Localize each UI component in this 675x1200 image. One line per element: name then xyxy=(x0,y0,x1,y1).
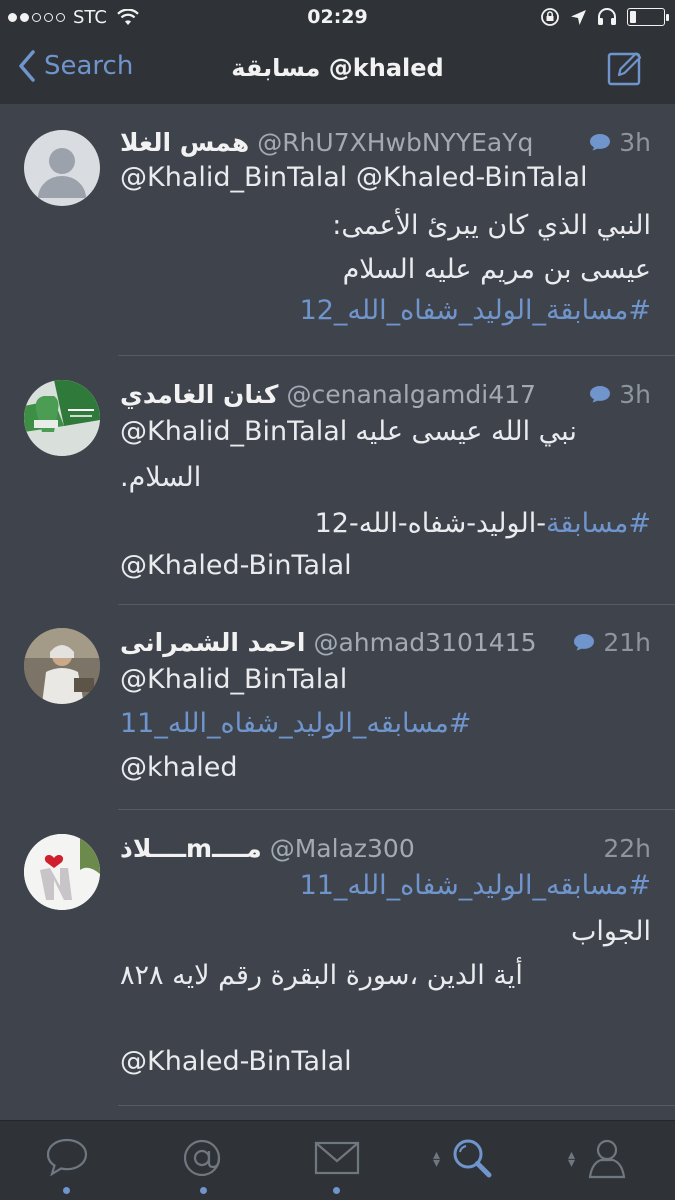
person-photo-avatar-icon xyxy=(24,628,100,704)
timeline: همس الغلا @RhU7XHwbNYYEaYq 3h @Khalid_Bi… xyxy=(0,104,675,1120)
username[interactable]: @cenanalgamdi417 xyxy=(286,380,535,409)
unread-dot xyxy=(333,1187,340,1194)
at-mention-icon xyxy=(183,1139,221,1177)
reorder-arrows-icon: ▴ ▾ xyxy=(433,1147,441,1171)
tweet-meta: 3h xyxy=(589,128,651,157)
nav-bar: Search مسابقة @khaled xyxy=(0,36,675,104)
profile-icon xyxy=(588,1139,626,1179)
tweet-2[interactable]: كنان الغامدي @cenanalgamdi417 3h @Khalid… xyxy=(0,356,675,605)
compose-button[interactable] xyxy=(607,50,643,90)
mention-link[interactable]: @Khaled-BinTalal xyxy=(120,1044,651,1080)
hashtag-link[interactable]: #مسابقة xyxy=(546,508,651,539)
tweet-text-line: السلام. xyxy=(120,462,202,493)
username[interactable]: @ahmad3101415 xyxy=(313,628,536,657)
tweet-text-line: عيسى بن مريم عليه السلام xyxy=(342,254,651,285)
display-name[interactable]: همس الغلا xyxy=(120,128,249,157)
hashtag-link[interactable]: #مسابقه_الوليد_شفاه_الله_11 xyxy=(120,868,651,904)
tab-messages[interactable] xyxy=(270,1121,405,1200)
tweet-text: نبي الله عيسى عليه xyxy=(355,416,577,447)
search-icon xyxy=(453,1139,492,1178)
tweet-header: مــــmــــلاذ @Malaz300 22h xyxy=(120,830,651,866)
reply-bubble-icon xyxy=(590,134,611,151)
tab-bar: ▴ ▾ ▴ ▾ xyxy=(0,1120,675,1200)
tweet-text: -الوليد-شفاه-الله-12 xyxy=(314,508,546,539)
page-title: مسابقة @khaled xyxy=(231,54,444,82)
rotation-lock-icon xyxy=(541,8,559,26)
chat-bubble-icon xyxy=(46,1138,88,1177)
display-name[interactable]: احمد الشمرانى xyxy=(120,628,305,657)
tab-profile[interactable]: ▴ ▾ xyxy=(540,1121,675,1200)
display-name[interactable]: مــــmــــلاذ xyxy=(120,834,262,863)
tweet-text-line: الجواب xyxy=(570,916,651,947)
compose-icon xyxy=(607,52,642,86)
avatar[interactable] xyxy=(24,628,100,704)
tweet-text-line: النبي الذي كان يبرئ الأعمى: xyxy=(332,210,651,241)
timestamp: 3h xyxy=(619,127,651,157)
status-bar: STC 02:29 xyxy=(0,0,675,36)
timestamp: 21h xyxy=(603,627,651,657)
saudi-flag-fist-avatar-icon xyxy=(24,380,100,456)
divider xyxy=(118,1105,675,1106)
status-right xyxy=(540,7,669,27)
unread-dot xyxy=(200,1187,207,1194)
tweet-hashtag-line: #مسابقة-الوليد-شفاه-الله-12 xyxy=(120,506,651,542)
tweet-text-line: أية الدين ،سورة البقرة رقم لايه ٨٢٨ xyxy=(120,960,523,991)
tweet-header: همس الغلا @RhU7XHwbNYYEaYq 3h xyxy=(120,124,651,160)
mention-link[interactable]: @Khaled-BinTalal xyxy=(120,548,651,584)
tweet-header: كنان الغامدي @cenanalgamdi417 3h xyxy=(120,376,651,412)
timestamp: 22h xyxy=(603,833,651,863)
battery-icon xyxy=(627,8,669,26)
default-avatar[interactable] xyxy=(24,130,100,206)
timestamp: 3h xyxy=(619,379,651,409)
tweet-4[interactable]: مــــmــــلاذ @Malaz300 22h #مسابقه_الول… xyxy=(0,810,675,1106)
avatar[interactable] xyxy=(24,834,100,910)
reply-bubble-icon xyxy=(574,634,595,651)
unread-dot xyxy=(63,1187,70,1194)
reorder-arrows-icon: ▴ ▾ xyxy=(568,1147,576,1171)
tab-mentions[interactable] xyxy=(135,1121,270,1200)
display-name[interactable]: كنان الغامدي xyxy=(120,380,278,409)
reply-bubble-icon xyxy=(590,386,611,403)
username[interactable]: @RhU7XHwbNYYEaYq xyxy=(257,128,533,157)
hashtag-link[interactable]: #مسابقة_الوليد_شفاه_الله_12 xyxy=(120,293,651,329)
tweet-3[interactable]: احمد الشمرانى @ahmad3101415 21h @Khalid_… xyxy=(0,604,675,810)
mention-link[interactable]: @Khalid_BinTalal xyxy=(120,414,347,450)
tweet-meta: 21h xyxy=(573,628,651,657)
mention-link[interactable]: @khaled xyxy=(120,750,651,786)
avatar[interactable] xyxy=(24,380,100,456)
tweet-text-line: @Khalid_BinTalal نبي الله عيسى عليه xyxy=(120,414,651,450)
location-arrow-icon xyxy=(571,9,586,25)
tweet-meta: 22h xyxy=(603,834,651,863)
tweet-meta: 3h xyxy=(589,380,651,409)
tweet-header: احمد الشمرانى @ahmad3101415 21h xyxy=(120,624,651,660)
tweet-1[interactable]: همس الغلا @RhU7XHwbNYYEaYq 3h @Khalid_Bi… xyxy=(0,104,675,356)
mention-link[interactable]: @Khalid_BinTalal xyxy=(120,662,651,698)
tab-timeline[interactable] xyxy=(0,1121,135,1200)
hashtag-link[interactable]: #مسابقه_الوليد_شفاه_الله_11 xyxy=(120,706,651,742)
headphones-icon xyxy=(598,8,616,25)
envelope-icon xyxy=(314,1141,360,1175)
person-placeholder-icon xyxy=(38,148,86,198)
username[interactable]: @Malaz300 xyxy=(270,834,415,863)
tab-search[interactable]: ▴ ▾ xyxy=(405,1121,540,1200)
tweet-mentions[interactable]: @Khalid_BinTalal @Khaled-BinTalal xyxy=(120,160,651,196)
heart-letter-avatar-icon xyxy=(24,834,100,910)
